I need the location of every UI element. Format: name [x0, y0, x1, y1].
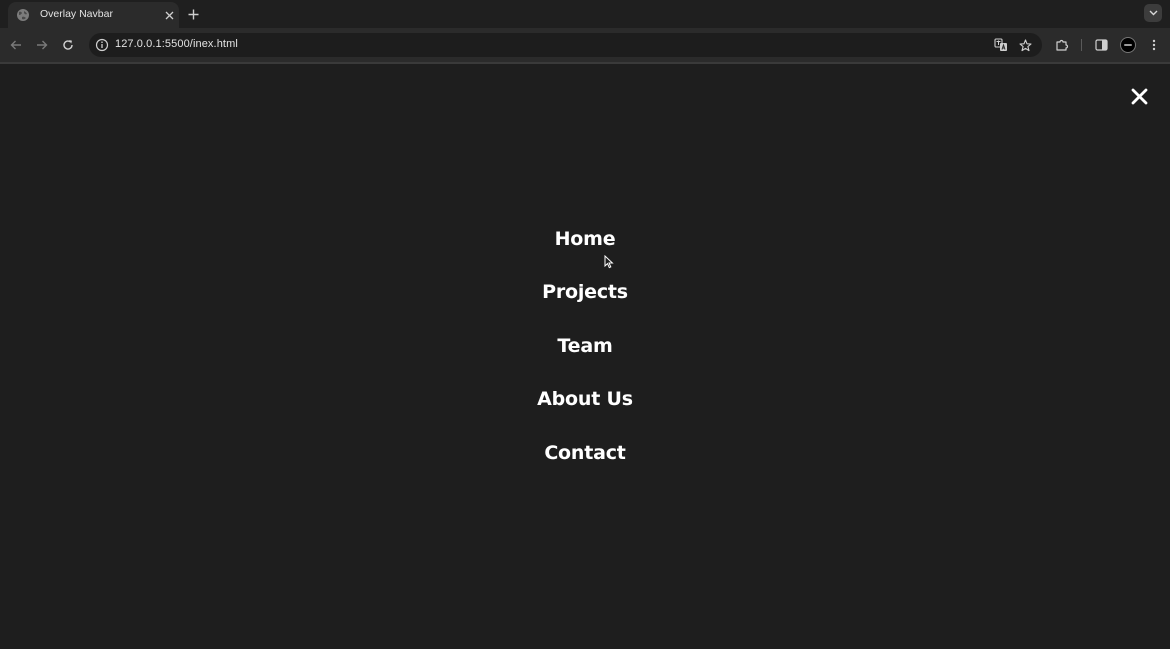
- nav-link-team[interactable]: Team: [557, 321, 612, 374]
- overlay-nav: Home Projects Team About Us Contact: [0, 214, 1170, 481]
- side-panel-icon[interactable]: [1092, 36, 1110, 54]
- info-icon[interactable]: [95, 38, 109, 52]
- profile-avatar[interactable]: [1120, 37, 1136, 53]
- nav-link-about-us[interactable]: About Us: [537, 374, 633, 427]
- nav-link-projects[interactable]: Projects: [542, 267, 628, 320]
- new-tab-icon[interactable]: [184, 5, 202, 23]
- reload-icon[interactable]: [59, 36, 77, 54]
- arrow-right-icon[interactable]: [33, 36, 51, 54]
- star-icon[interactable]: [1017, 37, 1033, 53]
- translate-icon[interactable]: [993, 37, 1009, 53]
- address-bar[interactable]: 127.0.0.1:5500/inex.html: [89, 33, 1042, 57]
- browser-toolbar: 127.0.0.1:5500/inex.html: [0, 28, 1170, 62]
- close-icon[interactable]: [1129, 86, 1149, 106]
- browser-window: Overlay Navbar 127.0.0.1:5500/inex.html: [0, 0, 1170, 649]
- tab-search-chevron-down-icon[interactable]: [1144, 4, 1162, 22]
- puzzle-icon[interactable]: [1053, 36, 1071, 54]
- globe-icon: [16, 8, 30, 22]
- toolbar-divider: [1081, 39, 1082, 51]
- tab-overlay-navbar[interactable]: Overlay Navbar: [8, 2, 179, 28]
- tab-title: Overlay Navbar: [40, 8, 113, 20]
- url-text[interactable]: 127.0.0.1:5500/inex.html: [115, 38, 238, 50]
- mouse-cursor-icon: [604, 254, 614, 269]
- page-viewport: Home Projects Team About Us Contact: [0, 64, 1170, 649]
- kebab-menu-icon[interactable]: [1145, 36, 1163, 54]
- arrow-left-icon[interactable]: [7, 36, 25, 54]
- nav-link-contact[interactable]: Contact: [544, 428, 626, 481]
- tab-strip: Overlay Navbar: [0, 0, 1170, 28]
- tab-close-icon[interactable]: [161, 7, 177, 23]
